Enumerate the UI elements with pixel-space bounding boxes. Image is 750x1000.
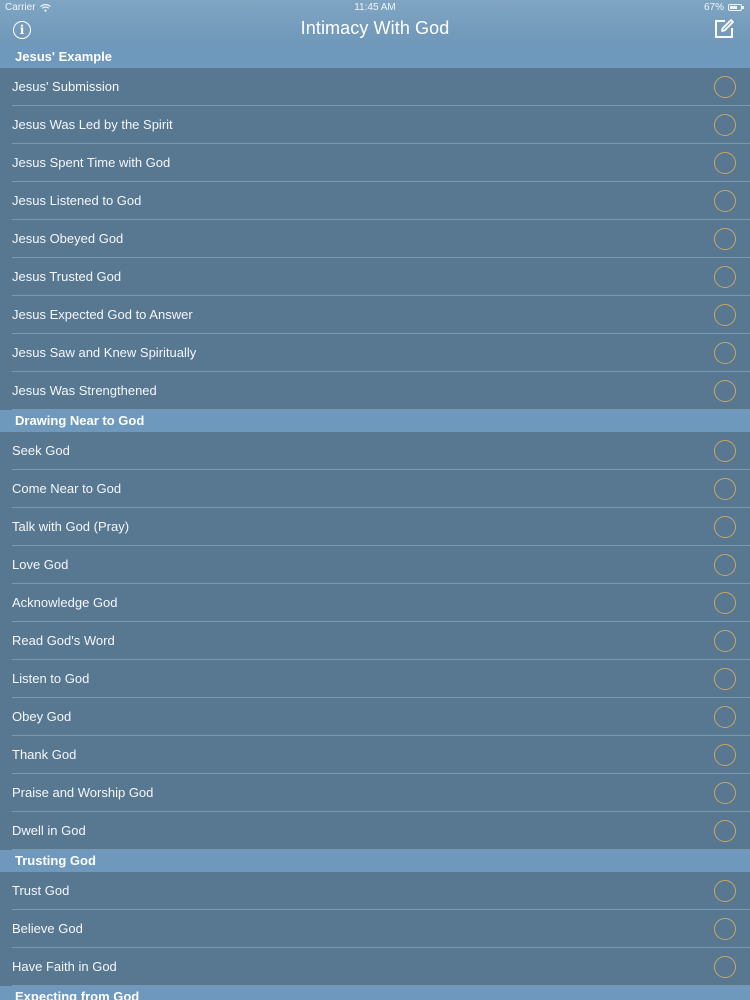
list-item-label: Jesus Saw and Knew Spiritually (12, 345, 197, 360)
checkmark-circle-icon[interactable] (714, 478, 736, 500)
list-item[interactable]: Jesus Trusted God (0, 258, 750, 296)
list-item[interactable]: Talk with God (Pray) (0, 508, 750, 546)
section-header: Trusting God (0, 850, 750, 872)
list-item-label: Trust God (12, 883, 70, 898)
checkmark-circle-icon[interactable] (714, 76, 736, 98)
checkmark-circle-icon[interactable] (714, 380, 736, 402)
list-item-label: Jesus' Submission (12, 79, 120, 94)
list-item-label: Jesus Expected God to Answer (12, 307, 193, 322)
list-item-label: Have Faith in God (12, 959, 117, 974)
checkmark-circle-icon[interactable] (714, 304, 736, 326)
list-item[interactable]: Jesus Spent Time with God (0, 144, 750, 182)
list-item-label: Talk with God (Pray) (12, 519, 130, 534)
list-item-label: Seek God (12, 443, 70, 458)
compose-icon (715, 19, 734, 38)
checkmark-circle-icon[interactable] (714, 190, 736, 212)
status-time: 11:45 AM (354, 2, 396, 13)
checkmark-circle-icon[interactable] (714, 516, 736, 538)
list-item[interactable]: Have Faith in God (0, 948, 750, 986)
checkmark-circle-icon[interactable] (714, 228, 736, 250)
checkmark-circle-icon[interactable] (714, 668, 736, 690)
checkmark-circle-icon[interactable] (714, 152, 736, 174)
list-item-label: Jesus Spent Time with God (12, 155, 171, 170)
checkmark-circle-icon[interactable] (714, 630, 736, 652)
battery-fill (730, 6, 737, 9)
checkmark-circle-icon[interactable] (714, 114, 736, 136)
list-item[interactable]: Believe God (0, 910, 750, 948)
checkmark-circle-icon[interactable] (714, 440, 736, 462)
list-item-label: Jesus Trusted God (12, 269, 122, 284)
app-window: Carrier 11:45 AM 67% i Intimacy With God (0, 0, 750, 1000)
battery-percent: 67% (703, 2, 724, 13)
list-item-label: Dwell in God (12, 823, 86, 838)
compose-button[interactable] (713, 18, 735, 40)
list-item[interactable]: Obey God (0, 698, 750, 736)
checkmark-circle-icon[interactable] (714, 956, 736, 978)
list-item[interactable]: Read God's Word (0, 622, 750, 660)
checkmark-circle-icon[interactable] (714, 592, 736, 614)
page-title: Intimacy With God (300, 18, 450, 38)
list-item-label: Jesus Obeyed God (12, 231, 124, 246)
list-item[interactable]: Love God (0, 546, 750, 584)
list-item[interactable]: Jesus Was Strengthened (0, 372, 750, 410)
list-item[interactable]: Jesus Expected God to Answer (0, 296, 750, 334)
list-item-label: Jesus Was Led by the Spirit (12, 117, 173, 132)
list-item-label: Thank God (12, 747, 77, 762)
battery-indicator: 67% (703, 2, 744, 13)
checkmark-circle-icon[interactable] (714, 820, 736, 842)
checkmark-circle-icon[interactable] (714, 266, 736, 288)
list-item[interactable]: Trust God (0, 872, 750, 910)
list-item-label: Jesus Was Strengthened (12, 383, 157, 398)
section-header: Drawing Near to God (0, 410, 750, 432)
section-header: Expecting from God (0, 986, 750, 1000)
checkmark-circle-icon[interactable] (714, 880, 736, 902)
battery-icon (728, 4, 744, 11)
list-item-label: Acknowledge God (12, 595, 118, 610)
list-item[interactable]: Jesus Obeyed God (0, 220, 750, 258)
list-item[interactable]: Jesus Listened to God (0, 182, 750, 220)
list-item-label: Jesus Listened to God (12, 193, 142, 208)
list-item[interactable]: Listen to God (0, 660, 750, 698)
checkmark-circle-icon[interactable] (714, 342, 736, 364)
list-item[interactable]: Jesus Saw and Knew Spiritually (0, 334, 750, 372)
checkmark-circle-icon[interactable] (714, 782, 736, 804)
list-item-label: Read God's Word (12, 633, 115, 648)
list-item-label: Obey God (12, 709, 72, 724)
list-item-label: Listen to God (12, 671, 90, 686)
list-item[interactable]: Praise and Worship God (0, 774, 750, 812)
list-item-label: Believe God (12, 921, 83, 936)
list-item[interactable]: Dwell in God (0, 812, 750, 850)
section-header: Jesus' Example (0, 46, 750, 68)
checkmark-circle-icon[interactable] (714, 744, 736, 766)
list-item[interactable]: Come Near to God (0, 470, 750, 508)
list-item[interactable]: Acknowledge God (0, 584, 750, 622)
list-item-label: Come Near to God (12, 481, 122, 496)
list-item-label: Love God (12, 557, 69, 572)
list-item[interactable]: Seek God (0, 432, 750, 470)
checkmark-circle-icon[interactable] (714, 918, 736, 940)
list-item[interactable]: Jesus Was Led by the Spirit (0, 106, 750, 144)
checkmark-circle-icon[interactable] (714, 706, 736, 728)
status-bar: Carrier 11:45 AM 67% (0, 0, 750, 14)
list-item-label: Praise and Worship God (12, 785, 154, 800)
navigation-bar: Carrier 11:45 AM 67% i Intimacy With God (0, 0, 750, 46)
checkmark-circle-icon[interactable] (714, 554, 736, 576)
list-item[interactable]: Jesus' Submission (0, 68, 750, 106)
list-item[interactable]: Thank God (0, 736, 750, 774)
